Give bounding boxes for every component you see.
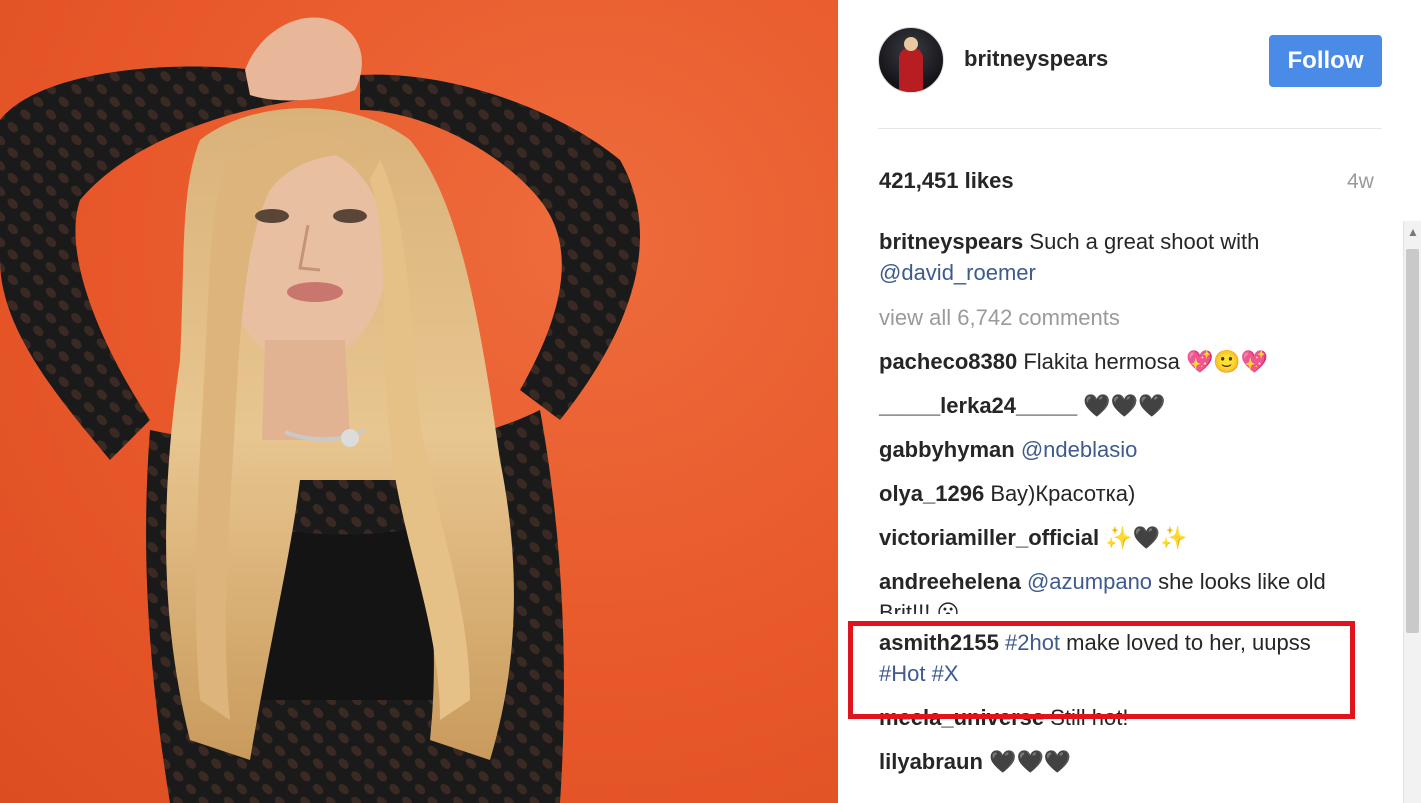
comment-username[interactable]: meela_universe	[879, 705, 1044, 730]
caption-username[interactable]: britneyspears	[879, 229, 1023, 254]
comment-item: gabbyhyman @ndeblasio	[879, 434, 1349, 465]
comment-username[interactable]: lilyabraun	[879, 749, 983, 774]
comment-item: victoriamiller_official ✨🖤✨	[879, 522, 1349, 553]
comment-mention[interactable]: @azumpano	[1027, 569, 1152, 594]
comment-username[interactable]: gabbyhyman	[879, 437, 1015, 462]
comments-scrollbar[interactable]: ▲	[1403, 221, 1421, 803]
author-avatar[interactable]	[878, 27, 944, 93]
post-header: britneyspears Follow	[838, 0, 1421, 128]
comment-hashtag[interactable]: #X	[932, 661, 959, 686]
comment-text: 🖤🖤🖤	[1083, 393, 1166, 418]
comment-username[interactable]: asmith2155	[879, 630, 999, 655]
header-divider	[878, 128, 1382, 129]
caption-mention[interactable]: @david_roemer	[879, 260, 1036, 285]
post-timestamp[interactable]: 4w	[1347, 170, 1374, 194]
comment-username[interactable]: victoriamiller_official	[879, 525, 1099, 550]
comments-list: britneyspears Such a great shoot with @d…	[879, 226, 1349, 790]
comment-username[interactable]: olya_1296	[879, 481, 984, 506]
scrollbar-thumb[interactable]	[1406, 249, 1419, 633]
comment-item-highlighted: asmith2155 #2hot make loved to her, uups…	[879, 627, 1349, 689]
chevron-up-icon[interactable]: ▲	[1404, 221, 1421, 241]
comment-username[interactable]: _____lerka24_____	[879, 393, 1077, 418]
avatar-head	[904, 37, 918, 51]
caption-text: Such a great shoot with	[1029, 229, 1260, 254]
comment-text: 🖤🖤🖤	[989, 749, 1072, 774]
comment-text: make loved to her, uupss	[1066, 630, 1311, 655]
comment-item: olya_1296 Вау)Красотка)	[879, 478, 1349, 509]
comment-username[interactable]: pacheco8380	[879, 349, 1017, 374]
comment-item: meela_universe Still hot!	[879, 702, 1349, 733]
comment-item: pacheco8380 Flakita hermosa 💖🙂💖	[879, 346, 1349, 377]
comment-text: Flakita hermosa 💖🙂💖	[1023, 349, 1269, 374]
post-side-panel: britneyspears Follow 421,451 likes 4w br…	[838, 0, 1421, 803]
likes-count[interactable]: 421,451 likes	[879, 168, 1014, 194]
comment-username[interactable]: andreehelena	[879, 569, 1021, 594]
comment-text: ✨🖤✨	[1105, 525, 1188, 550]
comment-hashtag[interactable]: #Hot	[879, 661, 925, 686]
comment-hashtag[interactable]: #2hot	[1005, 630, 1060, 655]
comment-text: Вау)Красотка)	[990, 481, 1136, 506]
comment-mention[interactable]: @ndeblasio	[1021, 437, 1138, 462]
post-photo[interactable]	[0, 0, 838, 803]
comment-text: Still hot!	[1050, 705, 1129, 730]
comment-item: _____lerka24_____ 🖤🖤🖤	[879, 390, 1349, 421]
post-photo-illustration	[0, 17, 640, 803]
view-all-comments-link[interactable]: view all 6,742 comments	[879, 302, 1349, 333]
avatar-figure	[899, 48, 923, 92]
comment-item: lilyabraun 🖤🖤🖤	[879, 746, 1349, 777]
comment-item: andreehelena @azumpano she looks like ol…	[879, 566, 1349, 614]
caption: britneyspears Such a great shoot with @d…	[879, 226, 1349, 288]
author-username[interactable]: britneyspears	[964, 46, 1108, 72]
follow-button[interactable]: Follow	[1269, 35, 1382, 87]
